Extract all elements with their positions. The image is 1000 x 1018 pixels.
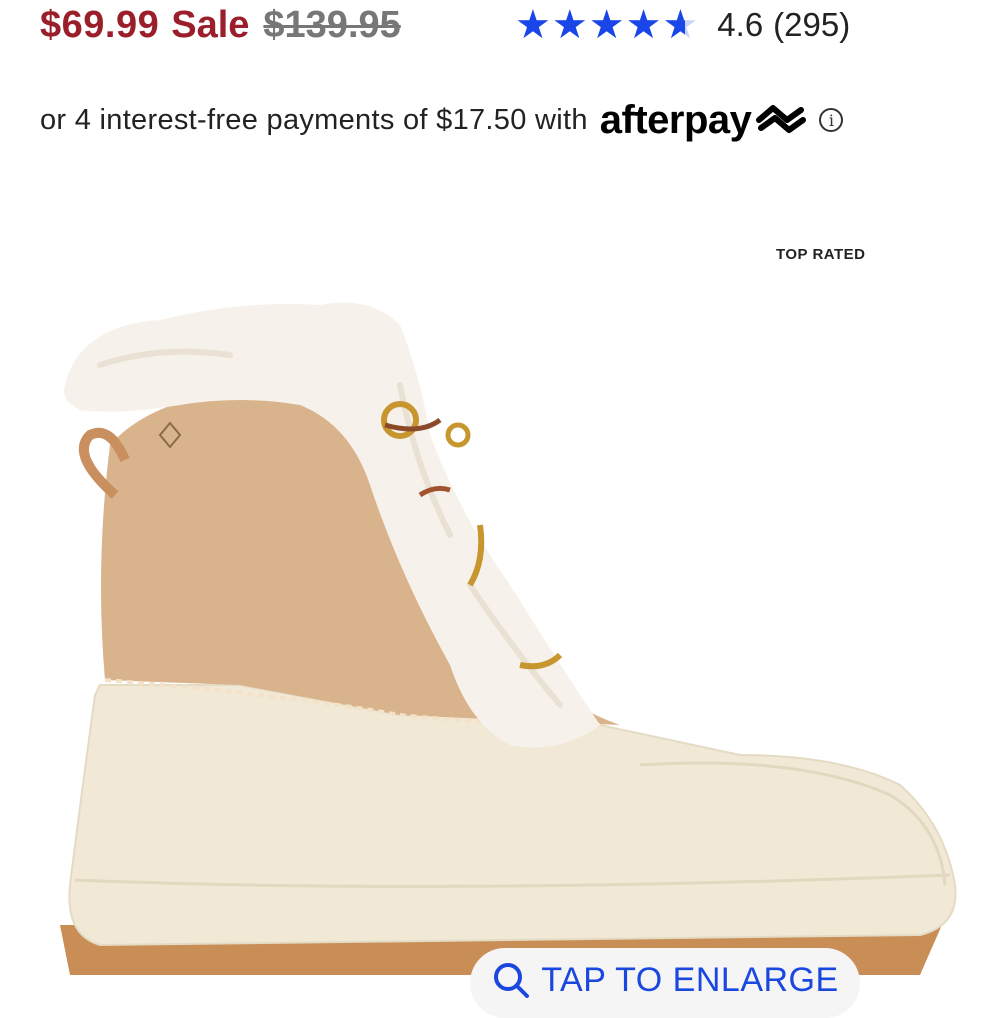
tap-to-enlarge-label: TAP TO ENLARGE <box>541 961 839 999</box>
star-rating-icon: ★★★★★ ★★★★★ <box>515 5 699 45</box>
afterpay-row: or 4 interest-free payments of $17.50 wi… <box>40 95 844 145</box>
afterpay-logo: afterpay <box>599 97 752 142</box>
search-icon <box>494 963 530 998</box>
rating-summary[interactable]: ★★★★★ ★★★★★ 4.6 (295) <box>515 0 850 50</box>
star-rating-fill: ★★★★★ <box>515 5 685 45</box>
review-count[interactable]: (295) <box>773 6 850 44</box>
product-boot-image[interactable] <box>40 285 970 985</box>
rating-value: 4.6 <box>717 6 764 43</box>
info-icon[interactable]: i <box>819 108 844 132</box>
original-price: $139.95 <box>263 3 401 46</box>
afterpay-arrows-icon <box>756 105 807 133</box>
tap-to-enlarge-button[interactable]: TAP TO ENLARGE <box>470 948 860 1018</box>
sale-price: $69.99 <box>40 3 160 46</box>
top-rated-badge: TOP RATED <box>776 246 866 263</box>
sale-label: Sale <box>171 3 250 46</box>
afterpay-text: or 4 interest-free payments of $17.50 wi… <box>40 103 588 136</box>
